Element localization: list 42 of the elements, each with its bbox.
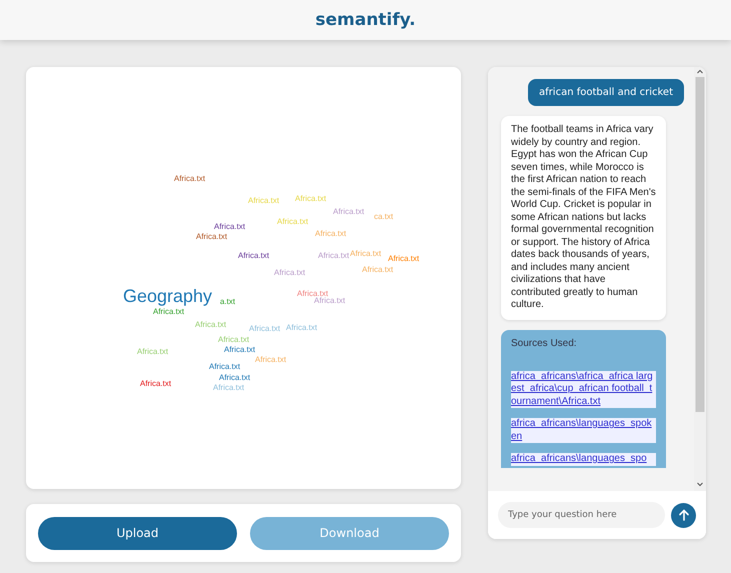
map-label: Africa.txt [297, 290, 328, 298]
map-label: Africa.txt [314, 297, 346, 305]
map-label: Africa.txt [362, 266, 394, 274]
source-link[interactable]: africa_africans\languages_spoken [511, 418, 656, 443]
map-label: Africa.txt [195, 321, 226, 329]
map-label: Africa.txt [213, 384, 244, 392]
map-label: Africa.txt [238, 252, 270, 260]
map-label: Africa.txt [196, 233, 228, 241]
map-label: Africa.txt [350, 250, 382, 258]
send-button[interactable] [671, 502, 696, 528]
map-label: Africa.txt [388, 255, 420, 263]
upload-button[interactable]: Upload [38, 516, 237, 550]
bot-message: The football teams in Africa vary widely by country and region. Egypt has won the African Cup seven times, while Morocco is the first African nation to reach the semi-finals of the FIFA Men's World Cup. Cricket is popular in some African nations but lacks formal governmental recognition or support. The history of Africa dates back thousands of years, and includes many ancient civilizations that have contributed greatly to human culture. [501, 116, 666, 320]
map-label: Africa.txt [224, 346, 256, 354]
source-link[interactable]: africa_africans\africa_africa largest_africa\cup_african football_tournament\Africa.txt [511, 370, 656, 408]
map-label: ca.txt [374, 213, 394, 221]
map-label: Africa.txt [140, 380, 172, 388]
map-label: a.txt [220, 298, 236, 306]
map-label: Africa.txt [333, 208, 364, 216]
logo: semantify. [315, 10, 416, 30]
map-label: Africa.txt [248, 197, 280, 205]
map-label: Africa.txt [274, 269, 306, 277]
question-input[interactable]: Type your question here [498, 502, 665, 528]
map-label: Africa.txt [286, 324, 318, 332]
map-label: Africa.txt [295, 195, 326, 203]
map-label: Africa.txt [277, 218, 308, 226]
map-label: Africa.txt [153, 308, 184, 316]
arrow-up-icon [678, 509, 690, 521]
map-label: Africa.txt [218, 336, 250, 344]
sources-title: Sources Used: [511, 338, 578, 348]
map-label: Africa.txt [219, 374, 250, 382]
map-label: Africa.txt [255, 356, 286, 364]
map-label: Geography [123, 287, 212, 305]
map-label: Africa.txt [249, 325, 280, 333]
map-label: Africa.txt [137, 348, 168, 356]
map-label: Africa.txt [315, 230, 346, 238]
map-label: Africa.txt [209, 363, 240, 371]
map-label: Africa.txt [214, 223, 246, 231]
user-message: african football and cricket [528, 79, 684, 106]
map-label: Africa.txt [174, 175, 206, 183]
map-label: Africa.txt [318, 252, 350, 260]
source-link[interactable]: africa_africans\languages_spo [511, 453, 656, 466]
